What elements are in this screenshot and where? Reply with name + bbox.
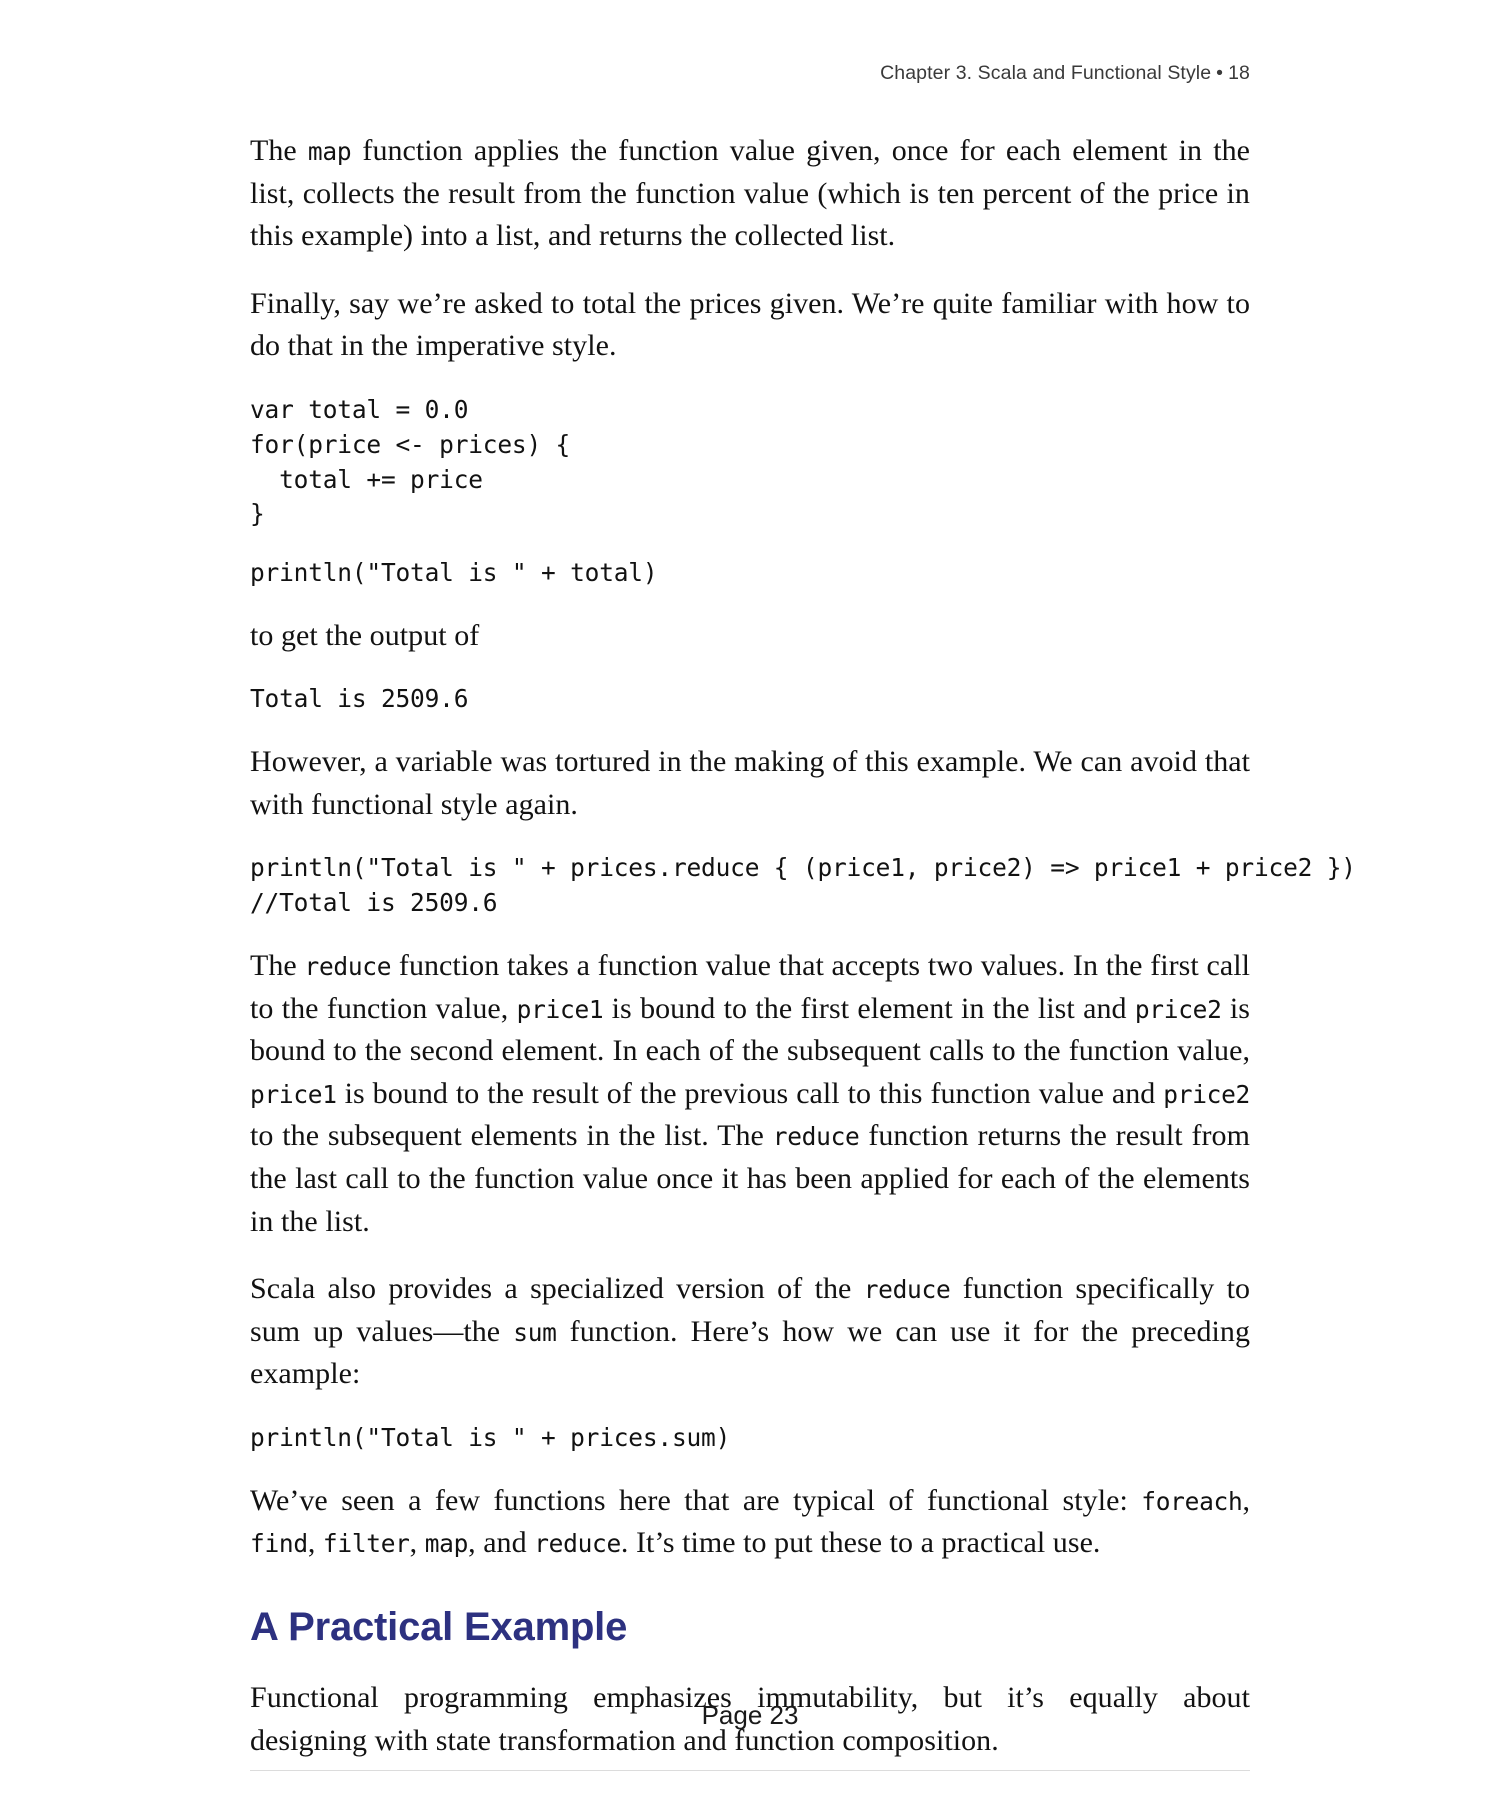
inline-code: price2 <box>1134 994 1222 1024</box>
inline-code: reduce <box>863 1275 951 1305</box>
h-practical-example: A Practical Example <box>250 1604 628 1649</box>
code-sum: println("Total is " + prices.sum) <box>250 1422 731 1452</box>
inline-code: filter <box>322 1529 410 1559</box>
inline-code: map <box>424 1529 469 1559</box>
inline-code: sum <box>513 1317 557 1347</box>
inline-code: reduce <box>304 952 392 981</box>
running-header-bullet: • <box>1216 62 1224 84</box>
inline-code: reduce <box>772 1122 860 1152</box>
inline-code: foreach <box>1141 1486 1243 1516</box>
p-output: to get the output of <box>250 618 480 652</box>
running-header: Chapter 3. Scala and Functional Style • 18 <box>250 62 1250 85</box>
running-header-page-number: 18 <box>1228 62 1250 84</box>
code-reduce: println("Total is " + prices.reduce { (p… <box>250 853 1356 918</box>
running-header-chapter: Chapter 3. Scala and Functional Style <box>880 62 1212 84</box>
p-finally: Finally, say we’re asked to total the pr… <box>250 286 1250 363</box>
footer-page-label: Page 23 <box>701 1700 799 1730</box>
inline-code: price1 <box>516 994 604 1024</box>
inline-code: find <box>250 1529 308 1559</box>
p-recap: We’ve seen a few functions here that are… <box>250 1483 1250 1560</box>
p-however: However, a variable was tortured in the … <box>250 745 1250 821</box>
inline-code: price2 <box>1163 1079 1250 1109</box>
code-for-loop: var total = 0.0 for(price <- prices) { t… <box>250 394 571 529</box>
p-sum-explain: Scala also provides a specialized versio… <box>250 1272 1251 1391</box>
p-map: The map function applies the function va… <box>250 134 1250 253</box>
document-page: Chapter 3. Scala and Functional Style • 18… <box>0 0 1500 1799</box>
p-reduce-explain: The reduce function takes a function val… <box>250 949 1250 1238</box>
code-output-total: Total is 2509.6 <box>250 684 469 714</box>
code-println-total: println("Total is " + total) <box>250 558 658 588</box>
page-content: The map function applies the function va… <box>250 130 1356 1762</box>
page-footer: Page 23 <box>0 1700 1500 1731</box>
inline-code: price1 <box>250 1079 337 1109</box>
inline-code: map <box>307 137 352 166</box>
inline-code: reduce <box>534 1529 621 1559</box>
footer-divider <box>250 1770 1250 1771</box>
